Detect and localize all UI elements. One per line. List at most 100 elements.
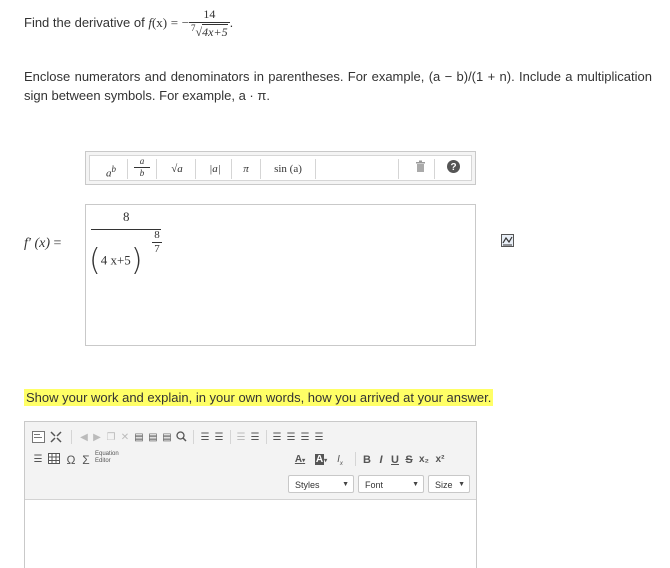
paren-expression: 4 x+5 [100, 252, 131, 268]
background-color-icon[interactable]: A▾ [313, 453, 329, 467]
math-toolbar-inner: ab a b √a |a| π sin (a) ? [89, 155, 472, 181]
align-right-icon[interactable]: ☰ [299, 431, 311, 445]
align-left-icon[interactable]: ☰ [271, 431, 283, 445]
exponent-numerator: 8 [154, 229, 160, 241]
toolbar-separator [127, 159, 128, 179]
answer-main-fraction-bar [91, 229, 161, 230]
chevron-down-icon: ▼ [458, 481, 465, 488]
toolbar-separator [195, 159, 196, 179]
work-prompt: Show your work and explain, in your own … [24, 389, 494, 406]
power-button[interactable]: ab [100, 160, 122, 180]
answer-top-numerator: 8 [123, 209, 130, 224]
redo-icon[interactable]: ▶ [91, 431, 103, 445]
underline-button[interactable]: U [389, 453, 401, 467]
sin-button[interactable]: sin (a) [268, 160, 308, 178]
fraction-den: b [134, 167, 150, 179]
paste-text-icon[interactable]: ▤ [147, 431, 159, 445]
pi-button[interactable]: π [237, 160, 255, 178]
left-paren: ( [89, 243, 101, 278]
omega-icon[interactable]: Ω [65, 453, 77, 467]
text-color-icon[interactable]: A▾ [293, 453, 307, 467]
styles-dropdown-label: Styles [295, 480, 320, 490]
editor-toolbar: ◀ ▶ ❐ ✕ ▤ ▤ ▤ ☰ ☰ ☰ ☰ ☰ ☰ ☰ ☰ ☰ Ω Σ Equa… [25, 422, 476, 500]
sigma-icon[interactable]: Σ [80, 453, 92, 467]
answer-label-func: f′ [24, 236, 31, 251]
question-fraction: 14 7√4x+5 [189, 7, 230, 40]
bold-button[interactable]: B [361, 453, 373, 467]
work-editor: ◀ ▶ ❐ ✕ ▤ ▤ ▤ ☰ ☰ ☰ ☰ ☰ ☰ ☰ ☰ ☰ Ω Σ Equa… [24, 421, 477, 568]
question-func-arg: (x) [151, 14, 168, 30]
question-numerator: 14 [203, 7, 216, 21]
toolbar-separator [355, 452, 356, 466]
font-dropdown[interactable]: Font ▼ [358, 475, 424, 493]
subscript-button[interactable]: x₂ [417, 453, 431, 467]
fraction-button[interactable]: a b [134, 156, 150, 182]
align-justify-icon[interactable]: ☰ [313, 431, 325, 445]
question-minus: − [181, 14, 190, 30]
toolbar-separator [315, 159, 316, 179]
horizontal-line-icon[interactable]: ☰ [31, 453, 45, 467]
paste-icon[interactable]: ▤ [133, 431, 145, 445]
right-paren: ) [130, 243, 143, 278]
chevron-down-icon: ▼ [412, 481, 419, 488]
font-dropdown-label: Font [365, 480, 384, 490]
editor-content-area[interactable] [25, 500, 476, 568]
question-prefix: Find the derivative of [24, 14, 145, 30]
power-exponent: b [111, 164, 117, 174]
question-period: . [229, 14, 234, 30]
source-icon[interactable] [31, 431, 45, 445]
equation-editor-line2: Editor [95, 458, 111, 464]
question-denominator: 7√4x+5 [189, 22, 230, 40]
undo-icon[interactable]: ◀ [78, 431, 90, 445]
math-toolbar: ab a b √a |a| π sin (a) ? [85, 151, 476, 185]
answer-label-equals: = [53, 236, 62, 251]
toolbar-separator [71, 430, 72, 444]
indent-icon[interactable]: ☰ [249, 431, 261, 445]
trash-icon[interactable] [413, 160, 427, 178]
answer-input[interactable]: 8 (4 x+5) 8 7 [85, 204, 476, 346]
help-icon[interactable]: ? [446, 160, 460, 178]
size-dropdown[interactable]: Size ▼ [428, 475, 470, 493]
toolbar-separator [398, 159, 399, 179]
answer-denominator: (4 x+5) [89, 243, 143, 278]
maximize-icon[interactable] [49, 431, 63, 445]
preview-icon[interactable] [501, 234, 514, 247]
numbered-list-icon[interactable]: ☰ [199, 431, 211, 445]
instructions-text: Enclose numerators and denominators in p… [24, 69, 652, 103]
equation-editor-line1: Equation [95, 451, 119, 457]
answer-label-arg: (x) [34, 236, 50, 251]
outdent-icon[interactable]: ☰ [235, 431, 247, 445]
exponent-fraction: 8 7 [152, 229, 162, 256]
toolbar-separator [156, 159, 157, 179]
exponent-denominator: 7 [152, 242, 162, 256]
toolbar-separator [260, 159, 261, 179]
remove-format-icon[interactable]: Ix [333, 453, 347, 467]
question-equals: = [170, 14, 179, 30]
question-text: Find the derivative of f(x) = − 14 7√4x+… [24, 7, 233, 40]
sqrt-button[interactable]: √a [165, 160, 189, 178]
fraction-num: a [139, 156, 145, 166]
find-icon[interactable] [175, 431, 187, 445]
equation-editor-button[interactable]: Equation Editor [95, 451, 135, 465]
toolbar-separator [434, 159, 435, 179]
bullet-list-icon[interactable]: ☰ [213, 431, 225, 445]
table-icon[interactable] [47, 453, 61, 467]
svg-text:?: ? [450, 162, 456, 173]
align-center-icon[interactable]: ☰ [285, 431, 297, 445]
radicand: 4x+5 [202, 24, 228, 39]
toolbar-separator [193, 430, 194, 444]
superscript-button[interactable]: x² [433, 453, 447, 467]
toolbar-separator [266, 430, 267, 444]
copy-icon[interactable]: ❐ [105, 431, 117, 445]
styles-dropdown[interactable]: Styles ▼ [288, 475, 354, 493]
size-dropdown-label: Size [435, 480, 453, 490]
toolbar-separator [230, 430, 231, 444]
paste-word-icon[interactable]: ▤ [161, 431, 173, 445]
toolbar-separator [231, 159, 232, 179]
chevron-down-icon: ▼ [342, 481, 349, 488]
answer-label: f′ (x) = [24, 236, 61, 252]
cut-icon[interactable]: ✕ [119, 431, 131, 445]
abs-button[interactable]: |a| [205, 160, 225, 178]
italic-button[interactable]: I [375, 453, 387, 467]
strikethrough-button[interactable]: S [403, 453, 415, 467]
